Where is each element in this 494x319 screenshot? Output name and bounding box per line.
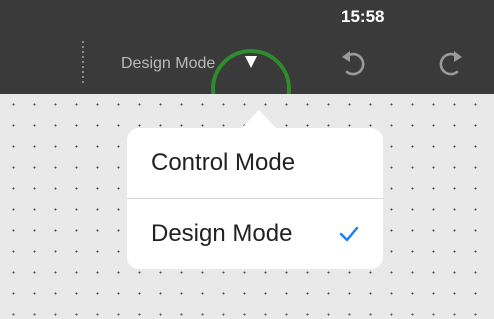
status-bar: 15:58 <box>0 0 494 34</box>
checkmark-icon <box>339 226 359 242</box>
toolbar-divider <box>82 41 84 85</box>
mode-selector-label[interactable]: Design Mode <box>121 55 215 73</box>
menu-item-label: Control Mode <box>151 149 296 176</box>
popover-caret <box>242 110 276 128</box>
undo-icon[interactable] <box>338 48 370 80</box>
status-time: 15:58 <box>341 7 385 26</box>
redo-icon[interactable] <box>434 48 466 80</box>
menu-item-label: Design Mode <box>151 220 293 247</box>
menu-item-control-mode[interactable]: Control Mode <box>127 128 383 198</box>
menu-item-design-mode[interactable]: Design Mode <box>127 199 383 269</box>
mode-popover: Control Mode Design Mode <box>127 128 383 269</box>
toolbar: Design Mode <box>0 34 494 129</box>
